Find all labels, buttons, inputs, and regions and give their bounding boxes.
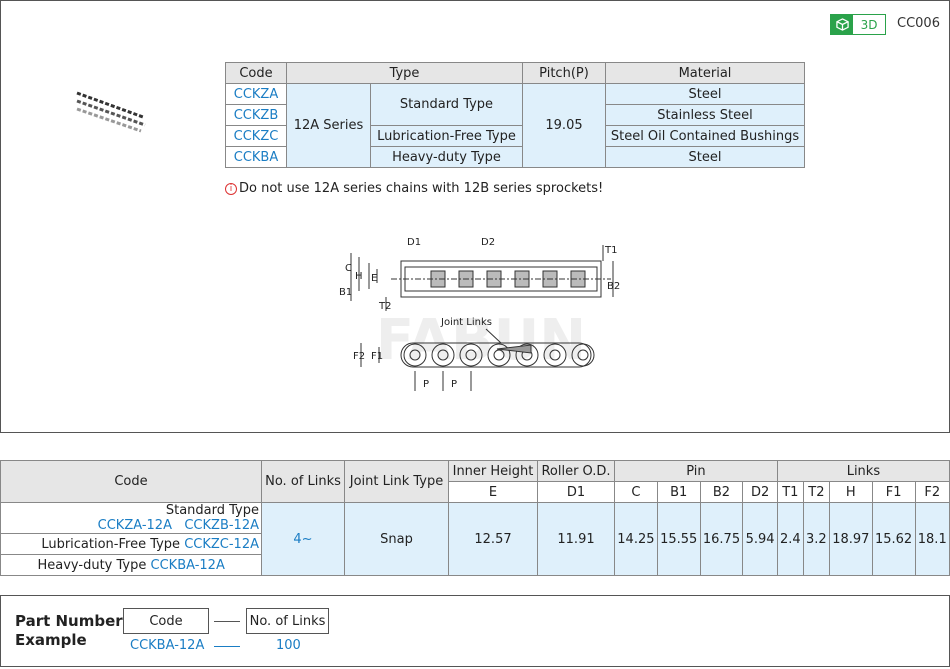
series-code: CC006 bbox=[897, 16, 940, 31]
val-b2: 16.75 bbox=[699, 502, 744, 576]
material-3: Steel Oil Contained Bushings bbox=[605, 125, 805, 147]
links-value: 4~ bbox=[261, 502, 345, 576]
warning-text: Do not use 12A series chains with 12B se… bbox=[239, 181, 604, 196]
col-pitch: Pitch(P) bbox=[522, 62, 606, 84]
label-t2: T2 bbox=[378, 301, 391, 312]
title-line-1: Part Number bbox=[15, 612, 123, 630]
type-lube-free: Lubrication-Free Type bbox=[370, 125, 523, 147]
material-1: Steel bbox=[605, 83, 805, 105]
part-number-title: Part Number Example bbox=[15, 612, 123, 650]
sub-t2: T2 bbox=[802, 481, 830, 503]
spec-table: Code No. of Links Joint Link Type Inner … bbox=[0, 460, 950, 576]
code-cckba-link[interactable]: CCKBA bbox=[225, 146, 287, 168]
row-type-label: Lubrication-Free Type bbox=[41, 536, 181, 552]
val-b1: 15.55 bbox=[656, 502, 701, 576]
type-heavy-duty: Heavy-duty Type bbox=[370, 146, 523, 168]
material-4: Steel bbox=[605, 146, 805, 168]
chain-product-image bbox=[76, 91, 146, 133]
label-b1: B1 bbox=[339, 287, 352, 298]
joint-value: Snap bbox=[344, 502, 449, 576]
sub-c: C bbox=[614, 481, 658, 503]
val-e: 12.57 bbox=[448, 502, 538, 576]
val-t2: 3.2 bbox=[802, 502, 830, 576]
spec-col-links-group: Links bbox=[776, 460, 950, 482]
code-cckzb-link[interactable]: CCKZB bbox=[225, 104, 287, 126]
spec-col-links: No. of Links bbox=[261, 460, 345, 503]
val-t1: 2.4 bbox=[776, 502, 804, 576]
warning-note: i Do not use 12A series chains with 12B … bbox=[225, 181, 603, 196]
row-type-label: Heavy-duty Type bbox=[37, 557, 147, 573]
part-number-example-panel: Part Number Example Code No. of Links CC… bbox=[0, 595, 950, 667]
separator-line bbox=[214, 621, 240, 622]
sub-b2: B2 bbox=[699, 481, 744, 503]
sub-f1: F1 bbox=[871, 481, 916, 503]
row-code-link[interactable]: CCKBA-12A bbox=[151, 558, 225, 573]
3d-model-button[interactable]: 3D bbox=[830, 14, 886, 35]
value-separator-line bbox=[214, 646, 240, 647]
spec-col-inner-height: Inner Height bbox=[448, 460, 538, 482]
val-c: 14.25 bbox=[614, 502, 658, 576]
label-d2: D2 bbox=[481, 237, 495, 248]
sub-d1: D1 bbox=[537, 481, 615, 503]
series-cell: 12A Series bbox=[286, 83, 371, 168]
val-f1: 15.62 bbox=[871, 502, 916, 576]
pitch-value: 19.05 bbox=[522, 83, 606, 168]
val-f2: 18.1 bbox=[914, 502, 950, 576]
example-links-value: 100 bbox=[276, 638, 301, 653]
spec-col-roller-od: Roller O.D. bbox=[537, 460, 615, 482]
specification-panel: Code No. of Links Joint Link Type Inner … bbox=[0, 460, 950, 576]
example-code-value: CCKBA-12A bbox=[130, 638, 205, 653]
row-code-link[interactable]: CCKZA-12A CCKZB-12A bbox=[98, 518, 259, 533]
sub-b1: B1 bbox=[656, 481, 701, 503]
label-joint-links: Joint Links bbox=[440, 317, 492, 328]
3d-label: 3D bbox=[860, 17, 878, 32]
type-table: Code Type Pitch(P) Material CCKZA 12A Se… bbox=[225, 62, 805, 168]
label-t1: T1 bbox=[604, 245, 617, 256]
val-h: 18.97 bbox=[828, 502, 873, 576]
label-p-1: P bbox=[423, 379, 429, 390]
links-box: No. of Links bbox=[246, 608, 329, 634]
col-material: Material bbox=[605, 62, 805, 84]
label-c: C bbox=[345, 263, 352, 274]
chain-dimension-drawing: FABUN D1 D2 T1 C H E B1 B2 T2 Joint Link… bbox=[339, 237, 620, 391]
sub-d2: D2 bbox=[742, 481, 778, 503]
product-overview-panel: 3D CC006 Code Type Pitch(P) Material CCK… bbox=[0, 0, 950, 433]
spec-col-code: Code bbox=[0, 460, 262, 503]
spec-col-pin: Pin bbox=[614, 460, 778, 482]
code-cckzc-link[interactable]: CCKZC bbox=[225, 125, 287, 147]
code-box: Code bbox=[123, 608, 209, 634]
label-d1: D1 bbox=[407, 237, 421, 248]
cube-icon bbox=[831, 15, 853, 34]
sub-f2: F2 bbox=[914, 481, 950, 503]
spec-row-standard: Standard Type CCKZA-12A CCKZB-12A bbox=[0, 502, 262, 534]
label-f2: F2 bbox=[353, 351, 365, 362]
sub-e: E bbox=[448, 481, 538, 503]
label-f1: F1 bbox=[371, 351, 383, 362]
title-line-2: Example bbox=[15, 631, 87, 649]
info-icon: i bbox=[225, 182, 237, 195]
sub-t1: T1 bbox=[776, 481, 804, 503]
label-h: H bbox=[355, 271, 363, 282]
type-standard: Standard Type bbox=[370, 83, 523, 126]
spec-row-heavy-duty: Heavy-duty Type CCKBA-12A bbox=[0, 554, 262, 576]
label-e: E bbox=[371, 273, 377, 284]
row-type-label: Standard Type bbox=[165, 503, 259, 518]
spec-col-joint: Joint Link Type bbox=[344, 460, 449, 503]
val-d2: 5.94 bbox=[742, 502, 778, 576]
code-cckza-link[interactable]: CCKZA bbox=[225, 83, 287, 105]
label-b2: B2 bbox=[607, 281, 620, 292]
label-p-2: P bbox=[451, 379, 457, 390]
col-code: Code bbox=[225, 62, 287, 84]
val-d1: 11.91 bbox=[537, 502, 615, 576]
spec-row-lube-free: Lubrication-Free Type CCKZC-12A bbox=[0, 533, 262, 555]
material-2: Stainless Steel bbox=[605, 104, 805, 126]
sub-h: H bbox=[828, 481, 873, 503]
row-code-link[interactable]: CCKZC-12A bbox=[184, 537, 259, 552]
col-type: Type bbox=[286, 62, 523, 84]
